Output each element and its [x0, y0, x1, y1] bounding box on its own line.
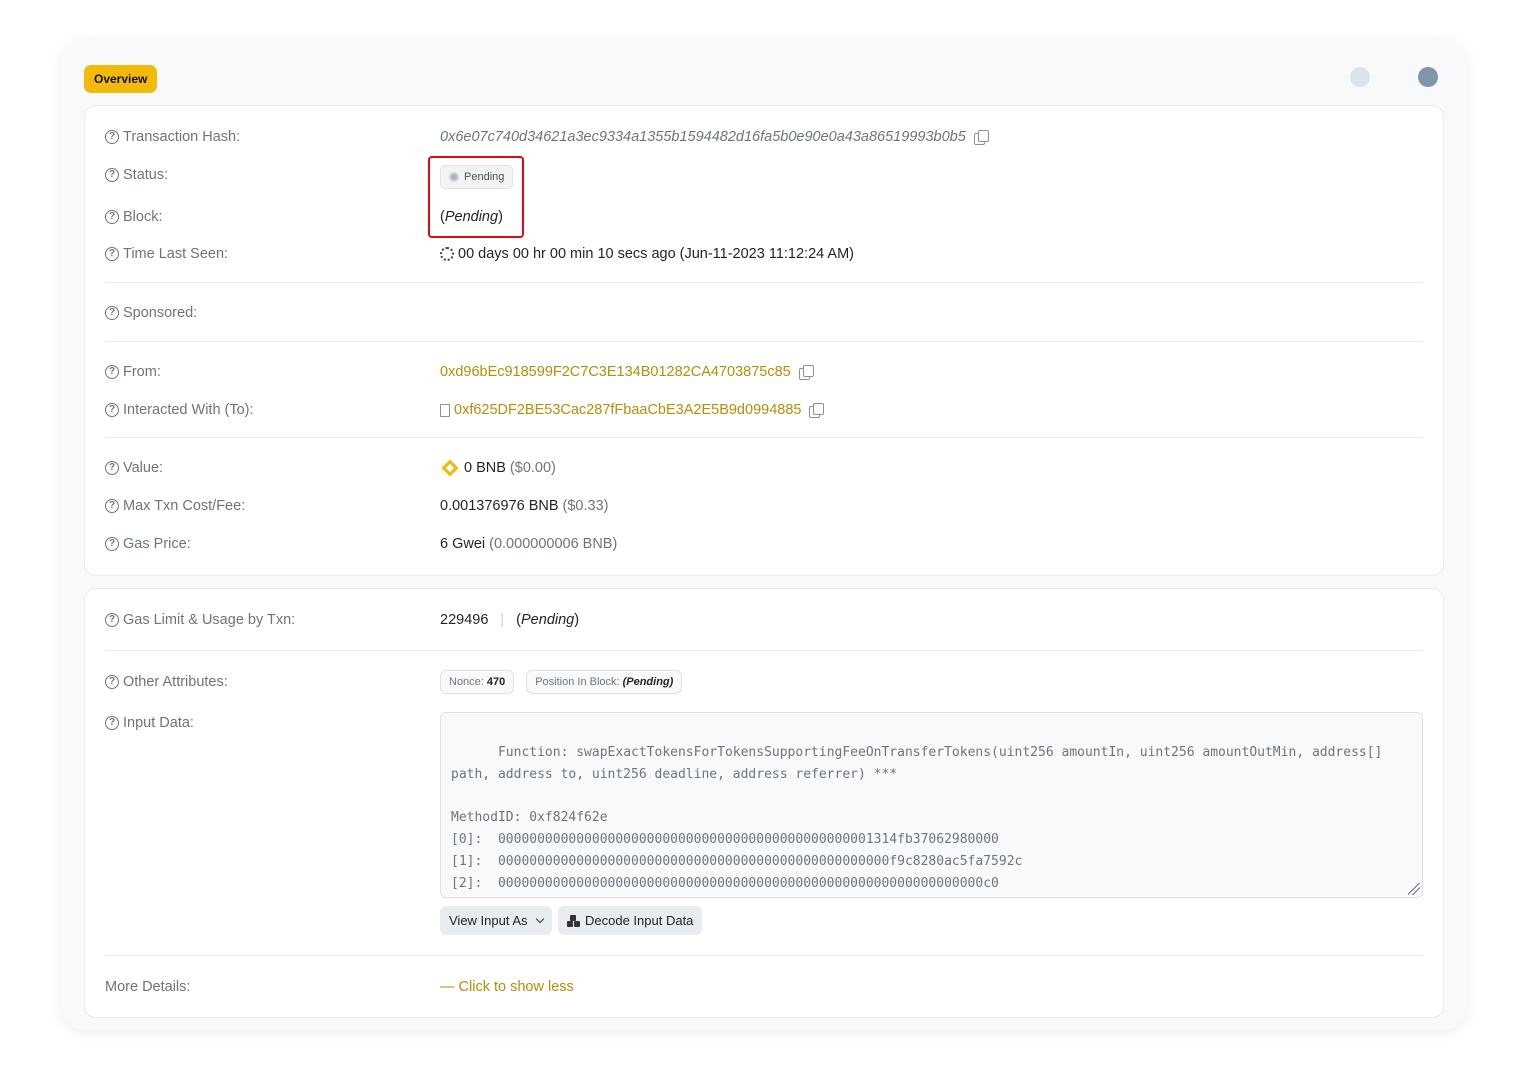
row-label: Gas Price:: [123, 536, 191, 552]
row-label: From:: [123, 364, 161, 380]
more-details-card: ? Gas Limit & Usage by Txn: 229496 | (Pen…: [84, 588, 1444, 1018]
row-label: Time Last Seen:: [123, 246, 229, 262]
decode-input-button[interactable]: Decode Input Data: [558, 906, 703, 935]
input-data-textarea[interactable]: Function: swapExactTokensForTokensSuppor…: [440, 712, 1423, 898]
divider: [105, 437, 1423, 438]
help-icon[interactable]: ?: [105, 716, 119, 730]
help-icon[interactable]: ?: [105, 168, 119, 182]
copy-icon[interactable]: [973, 130, 989, 145]
row-label: Input Data:: [123, 715, 194, 731]
gas-limit-value: 229496: [440, 612, 489, 628]
cubes-icon: [567, 914, 580, 927]
status-dot-light: [1350, 67, 1370, 87]
gas-usage-value: Pending: [521, 612, 575, 628]
help-icon[interactable]: ?: [105, 675, 119, 689]
help-icon[interactable]: ?: [105, 306, 119, 320]
bnb-icon: [441, 459, 459, 477]
help-icon[interactable]: ?: [105, 365, 119, 379]
row-label: Block:: [123, 209, 163, 225]
help-icon[interactable]: ?: [105, 247, 119, 261]
separator: |: [500, 612, 505, 628]
divider: [105, 955, 1423, 956]
row-label: Max Txn Cost/Fee:: [123, 498, 246, 514]
divider: [105, 282, 1423, 283]
divider: [105, 650, 1423, 651]
fee-usd: ($0.33): [562, 498, 609, 514]
show-less-link[interactable]: — Click to show less: [440, 977, 574, 997]
spinner-icon: [440, 247, 454, 261]
row-label: Value:: [123, 460, 164, 476]
help-icon[interactable]: ?: [105, 210, 119, 224]
overview-card: ? Transaction Hash: 0x6e07c740d34621a3ec9…: [84, 105, 1444, 576]
highlight-box: [428, 156, 524, 238]
time-date: (Jun-11-2023 11:12:24 AM): [679, 246, 855, 262]
help-icon[interactable]: ?: [105, 461, 119, 475]
transaction-hash-value: 0x6e07c740d34621a3ec9334a1355b1594482d16…: [440, 129, 966, 145]
value-amount: 0 BNB: [464, 460, 506, 476]
chevron-down-icon: [535, 914, 544, 924]
nonce-badge: Nonce: 470: [440, 670, 515, 694]
gas-price-amount: 6 Gwei: [440, 536, 486, 552]
copy-icon[interactable]: [798, 365, 814, 380]
help-icon[interactable]: ?: [105, 613, 119, 627]
time-ago: 00 days 00 hr 00 min 10 secs ago: [458, 246, 676, 262]
help-icon[interactable]: ?: [105, 403, 119, 417]
copy-icon[interactable]: [809, 403, 825, 418]
resize-handle[interactable]: [1408, 883, 1420, 895]
contract-file-icon: [440, 403, 450, 417]
status-dot-dark: [1418, 67, 1438, 87]
to-address-link[interactable]: 0xf625DF2BE53Cac287fFbaaCbE3A2E5B9d09948…: [454, 400, 801, 420]
position-badge: Position In Block: (Pending): [526, 670, 683, 694]
help-icon[interactable]: ?: [105, 130, 119, 144]
row-label: Gas Limit & Usage by Txn:: [123, 612, 296, 628]
transaction-details-panel: Overview ? Transaction Hash: 0x6e07c740d3…: [61, 40, 1467, 1030]
tab-overview[interactable]: Overview: [84, 65, 158, 93]
help-icon[interactable]: ?: [105, 537, 119, 551]
fee-amount: 0.001376976 BNB: [440, 498, 559, 514]
row-label: More Details:: [105, 979, 191, 995]
row-label: Status:: [123, 167, 169, 183]
from-address-link[interactable]: 0xd96bEc918599F2C7C3E134B01282CA4703875c…: [440, 362, 791, 382]
divider: [105, 341, 1423, 342]
row-label: Sponsored:: [123, 305, 198, 321]
row-label: Transaction Hash:: [123, 129, 241, 145]
gas-price-bnb: (0.000000006 BNB): [489, 536, 618, 552]
view-input-as-button[interactable]: View Input As: [440, 906, 552, 935]
help-icon[interactable]: ?: [105, 499, 119, 513]
row-label: Other Attributes:: [123, 674, 228, 690]
row-label: Interacted With (To):: [123, 402, 254, 418]
value-usd: ($0.00): [509, 460, 556, 476]
